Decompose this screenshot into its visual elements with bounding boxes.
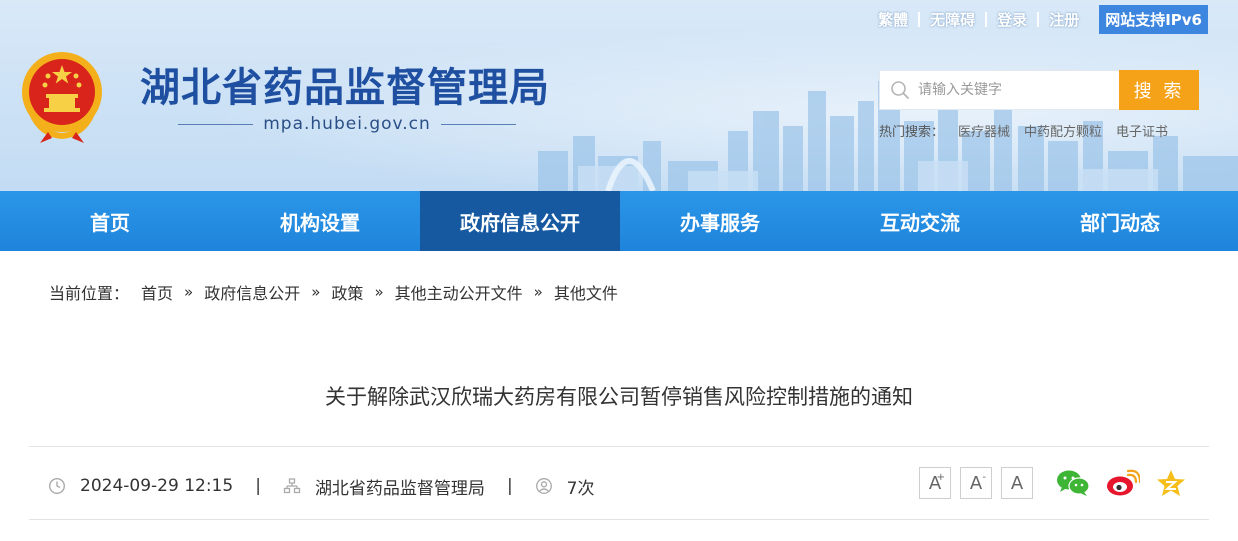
breadcrumb-item-policy[interactable]: 政策 <box>331 280 363 304</box>
breadcrumb-item-home[interactable]: 首页 <box>141 280 173 304</box>
breadcrumb-separator: » <box>374 283 384 301</box>
font-default-button[interactable]: A <box>1001 467 1033 499</box>
breadcrumb-item-gov-info[interactable]: 政府信息公开 <box>204 280 300 304</box>
hot-search: 热门搜索： 医疗器械 中药配方颗粒 电子证书 <box>879 121 1168 140</box>
breadcrumb-separator: » <box>311 283 321 301</box>
nav-item-interaction[interactable]: 互动交流 <box>820 191 1020 251</box>
weibo-share-icon[interactable] <box>1106 469 1140 497</box>
breadcrumb-item-other-public-docs[interactable]: 其他主动公开文件 <box>395 280 523 304</box>
article-meta: 2024-09-29 12:15 | 湖北省药品监督管理局 | 7次 <box>48 472 595 500</box>
breadcrumb-separator: » <box>184 283 194 301</box>
meta-separator: | <box>255 476 261 496</box>
search-icon <box>891 81 909 99</box>
font-decrease-letter: A <box>969 472 983 494</box>
search-box <box>879 70 1119 110</box>
login-link[interactable]: 登录 <box>987 9 1037 30</box>
site-title[interactable]: 湖北省药品监督管理局 <box>140 55 550 113</box>
top-link-divider <box>918 11 921 27</box>
traditional-chinese-link[interactable]: 繁體 <box>868 9 918 30</box>
breadcrumb-separator: » <box>533 283 543 301</box>
nav-item-services[interactable]: 办事服务 <box>620 191 820 251</box>
qzone-share-icon[interactable] <box>1156 469 1186 497</box>
font-increase-mark: + <box>936 472 945 483</box>
view-count: 7次 <box>566 478 595 499</box>
breadcrumb: 当前位置： 首页 » 政府信息公开 » 政策 » 其他主动公开文件 » 其他文件 <box>49 280 618 304</box>
hot-search-item[interactable]: 电子证书 <box>1116 121 1168 140</box>
top-link-divider <box>1037 11 1040 27</box>
font-default-letter: A <box>1010 472 1024 494</box>
site-domain: mpa.hubei.gov.cn <box>263 114 431 134</box>
publish-datetime: 2024-09-29 12:15 <box>80 476 234 496</box>
font-increase-button[interactable]: A + <box>919 467 951 499</box>
breadcrumb-label: 当前位置： <box>49 284 130 303</box>
nav-item-department-news[interactable]: 部门动态 <box>1020 191 1220 251</box>
hot-search-item[interactable]: 医疗器械 <box>958 121 1010 140</box>
nav-item-home[interactable]: 首页 <box>0 191 220 251</box>
hot-search-item[interactable]: 中药配方颗粒 <box>1024 121 1102 140</box>
clock-icon <box>48 477 66 495</box>
breadcrumb-item-other-docs[interactable]: 其他文件 <box>554 280 618 304</box>
user-icon <box>535 477 553 495</box>
share-buttons <box>1056 469 1202 497</box>
accessibility-link[interactable]: 无障碍 <box>920 9 985 30</box>
divider <box>29 446 1209 447</box>
main-nav: 首页 机构设置 政府信息公开 办事服务 互动交流 部门动态 <box>0 191 1238 251</box>
article-source: 湖北省药品监督管理局 <box>314 478 485 499</box>
national-emblem-logo <box>22 52 102 143</box>
hot-search-label: 热门搜索： <box>879 125 945 140</box>
nav-item-gov-info-disclosure[interactable]: 政府信息公开 <box>420 191 620 251</box>
divider <box>29 519 1209 520</box>
article-tools: A + A - A <box>919 467 1202 499</box>
domain-right-line <box>440 123 516 125</box>
article-title: 关于解除武汉欣瑞大药房有限公司暂停销售风险控制措施的通知 <box>325 385 913 409</box>
search-button[interactable]: 搜 索 <box>1119 70 1199 110</box>
search-input[interactable] <box>918 72 1108 108</box>
top-links: 繁體 无障碍 登录 注册 网站支持IPv6 <box>868 4 1208 34</box>
search-bar: 搜 索 <box>879 70 1199 110</box>
meta-separator: | <box>506 476 513 496</box>
site-domain-row: mpa.hubei.gov.cn <box>178 113 516 135</box>
nav-item-organization[interactable]: 机构设置 <box>220 191 420 251</box>
organization-icon <box>283 477 301 495</box>
font-decrease-mark: - <box>982 472 986 483</box>
wechat-share-icon[interactable] <box>1056 469 1090 497</box>
register-link[interactable]: 注册 <box>1039 9 1089 30</box>
header-banner: 湖北省药品监督管理局 mpa.hubei.gov.cn 繁體 无障碍 登录 注册… <box>0 0 1238 191</box>
domain-left-line <box>178 123 254 125</box>
font-decrease-button[interactable]: A - <box>960 467 992 499</box>
top-link-divider <box>985 11 988 27</box>
ipv6-support-badge: 网站支持IPv6 <box>1099 4 1208 34</box>
